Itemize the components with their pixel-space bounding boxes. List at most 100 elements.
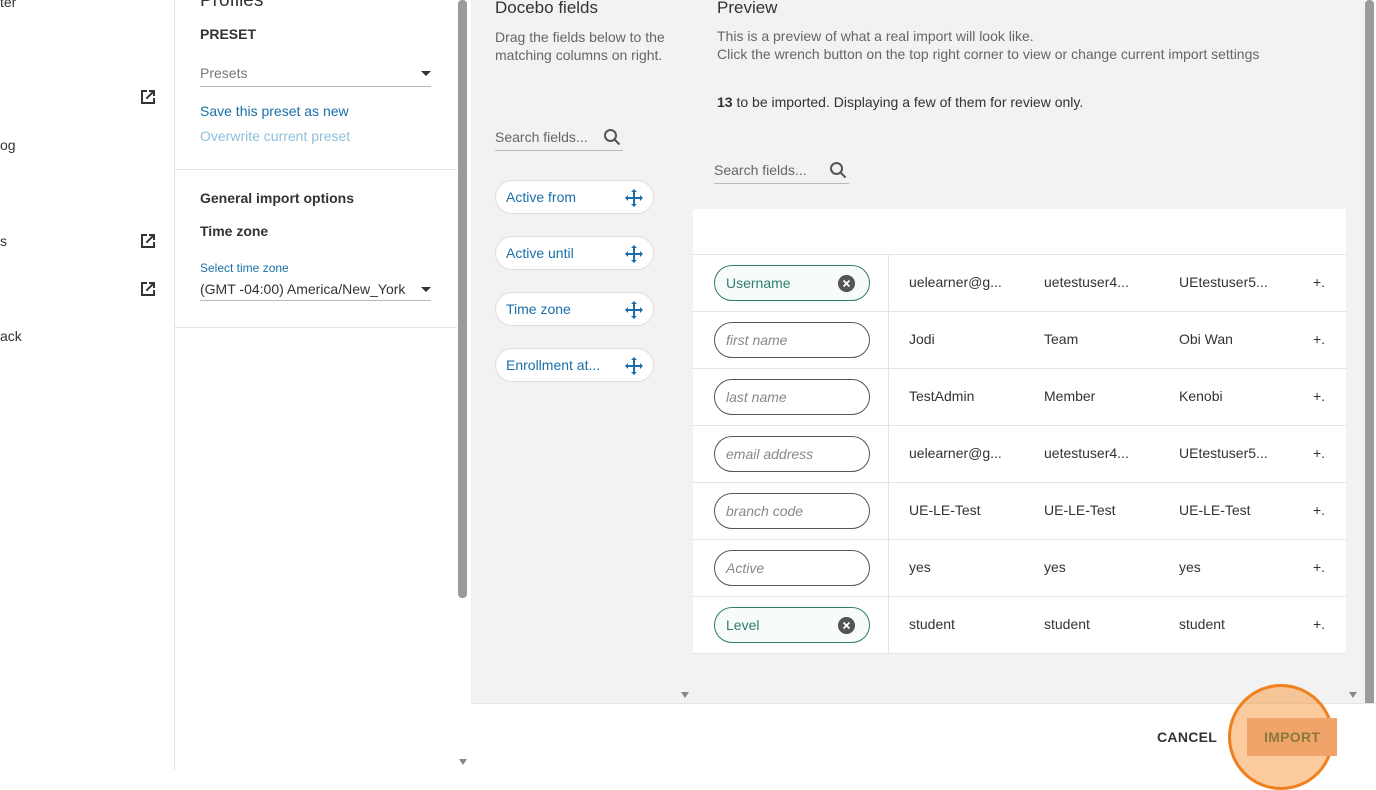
table-cell: uetestuser4... (1044, 445, 1129, 461)
left-navigation: ter og s ack (0, 0, 175, 770)
drop-target-field[interactable]: last name (714, 379, 870, 415)
field-label: branch code (726, 503, 804, 519)
field-label: Username (726, 275, 791, 291)
column-mapping-cell: Username (693, 255, 889, 311)
table-cell: Kenobi (1179, 388, 1223, 404)
fields-search-input[interactable]: Search fields... (495, 125, 623, 151)
drop-target-field[interactable]: branch code (714, 493, 870, 529)
field-label: first name (726, 332, 788, 348)
search-icon[interactable] (829, 161, 847, 179)
more-columns-indicator: +. (1313, 445, 1326, 461)
nav-item-label[interactable]: ter (0, 0, 16, 10)
table-cell: UE-LE-Test (1179, 502, 1251, 518)
table-cell: Obi Wan (1179, 331, 1233, 347)
import-settings-panel: Profiles PRESET Presets Save this preset… (175, 0, 457, 770)
more-columns-indicator: +. (1313, 616, 1326, 632)
save-preset-link[interactable]: Save this preset as new (200, 103, 349, 119)
table-cell: uelearner@g... (909, 445, 1002, 461)
timezone-heading: Time zone (200, 223, 269, 239)
table-row: email address uelearner@g... uetestuser4..… (693, 425, 1346, 482)
table-row: Level student student student +. (693, 596, 1346, 653)
table-cell: UEtestuser5... (1179, 445, 1268, 461)
nav-item-label[interactable]: ack (0, 328, 22, 344)
external-link-icon[interactable] (138, 279, 158, 299)
more-columns-indicator: +. (1313, 274, 1326, 290)
field-label: last name (726, 389, 787, 405)
general-options-heading: General import options (200, 190, 355, 206)
timezone-value: (GMT -04:00) America/New_York (200, 281, 406, 297)
divider (175, 169, 457, 170)
external-link-icon[interactable] (138, 231, 158, 251)
scroll-down-arrow-icon[interactable] (459, 759, 467, 765)
remove-icon[interactable] (838, 275, 855, 292)
table-cell: yes (1179, 559, 1201, 575)
field-chip-active-from[interactable]: Active from (495, 180, 654, 214)
table-cell: uetestuser4... (1044, 274, 1129, 290)
more-columns-indicator: +. (1313, 388, 1326, 404)
search-placeholder: Search fields... (714, 162, 807, 178)
table-cell: UEtestuser5... (1179, 274, 1268, 290)
nav-item-label[interactable]: s (0, 233, 7, 249)
table-cell: yes (909, 559, 931, 575)
move-icon[interactable] (625, 301, 643, 319)
field-chip-label: Time zone (506, 301, 571, 317)
scroll-down-arrow-icon[interactable] (1349, 692, 1357, 698)
overwrite-preset-link[interactable]: Overwrite current preset (200, 128, 350, 144)
preview-search-input[interactable]: Search fields... (714, 158, 849, 184)
table-row: branch code UE-LE-Test UE-LE-Test UE-LE-Tes… (693, 482, 1346, 539)
presets-dropdown[interactable]: Presets (200, 60, 431, 87)
search-placeholder: Search fields... (495, 129, 588, 145)
drop-target-field[interactable]: first name (714, 322, 870, 358)
chevron-down-icon (421, 287, 431, 292)
table-row: Username uelearner@g... uetestuser4... UEte… (693, 254, 1346, 311)
preview-heading: Preview (717, 0, 778, 17)
field-chip-enrollment[interactable]: Enrollment at... (495, 348, 654, 382)
cancel-button[interactable]: CANCEL (1157, 729, 1217, 745)
column-mapping-cell: last name (693, 369, 889, 425)
table-cell: TestAdmin (909, 388, 975, 404)
import-count: 13 (717, 94, 733, 110)
docebo-fields-column: Docebo fields Drag the fields below to t… (471, 0, 689, 703)
table-row: last name TestAdmin Member Kenobi +. (693, 368, 1346, 425)
column-mapping-cell: branch code (693, 483, 889, 539)
drop-target-field[interactable]: email address (714, 436, 870, 472)
table-cell: yes (1044, 559, 1066, 575)
main-scrollbar[interactable] (1365, 0, 1374, 708)
mapped-field-chip[interactable]: Level (714, 607, 870, 643)
table-cell: Member (1044, 388, 1096, 404)
column-mapping-cell: first name (693, 312, 889, 368)
field-chip-active-until[interactable]: Active until (495, 236, 654, 270)
table-cell: student (1044, 616, 1090, 632)
drop-target-field[interactable]: Active (714, 550, 870, 586)
external-link-icon[interactable] (138, 87, 158, 107)
timezone-dropdown[interactable]: (GMT -04:00) America/New_York (200, 278, 431, 301)
more-columns-indicator: +. (1313, 559, 1326, 575)
field-chip-label: Active until (506, 245, 574, 261)
move-icon[interactable] (625, 189, 643, 207)
footer-bar: CANCEL IMPORT (471, 684, 1376, 790)
field-label: email address (726, 446, 814, 462)
nav-item-label[interactable]: og (0, 137, 16, 153)
scroll-down-arrow-icon[interactable] (681, 692, 689, 698)
more-columns-indicator: +. (1313, 331, 1326, 347)
panel-title: Profiles (200, 0, 264, 11)
field-label: Active (726, 560, 765, 576)
import-button[interactable]: IMPORT (1247, 718, 1337, 756)
import-count-text: 13 to be imported. Displaying a few of t… (717, 94, 1083, 110)
import-count-suffix: to be imported. Displaying a few of them… (732, 94, 1084, 110)
move-icon[interactable] (625, 357, 643, 375)
timezone-field-label: Select time zone (200, 261, 289, 275)
search-icon[interactable] (603, 128, 621, 146)
table-cell: student (909, 616, 955, 632)
field-chip-label: Enrollment at... (506, 357, 601, 373)
settings-scrollbar[interactable] (458, 0, 467, 598)
field-chip-time-zone[interactable]: Time zone (495, 292, 654, 326)
remove-icon[interactable] (838, 617, 855, 634)
mapped-field-chip[interactable]: Username (714, 265, 870, 301)
field-label: Level (726, 617, 760, 633)
move-icon[interactable] (625, 245, 643, 263)
chevron-down-icon (421, 71, 431, 76)
fields-description: Drag the fields below to the matching co… (495, 29, 665, 63)
column-mapping-cell: email address (693, 426, 889, 482)
column-mapping-cell: Active (693, 540, 889, 596)
